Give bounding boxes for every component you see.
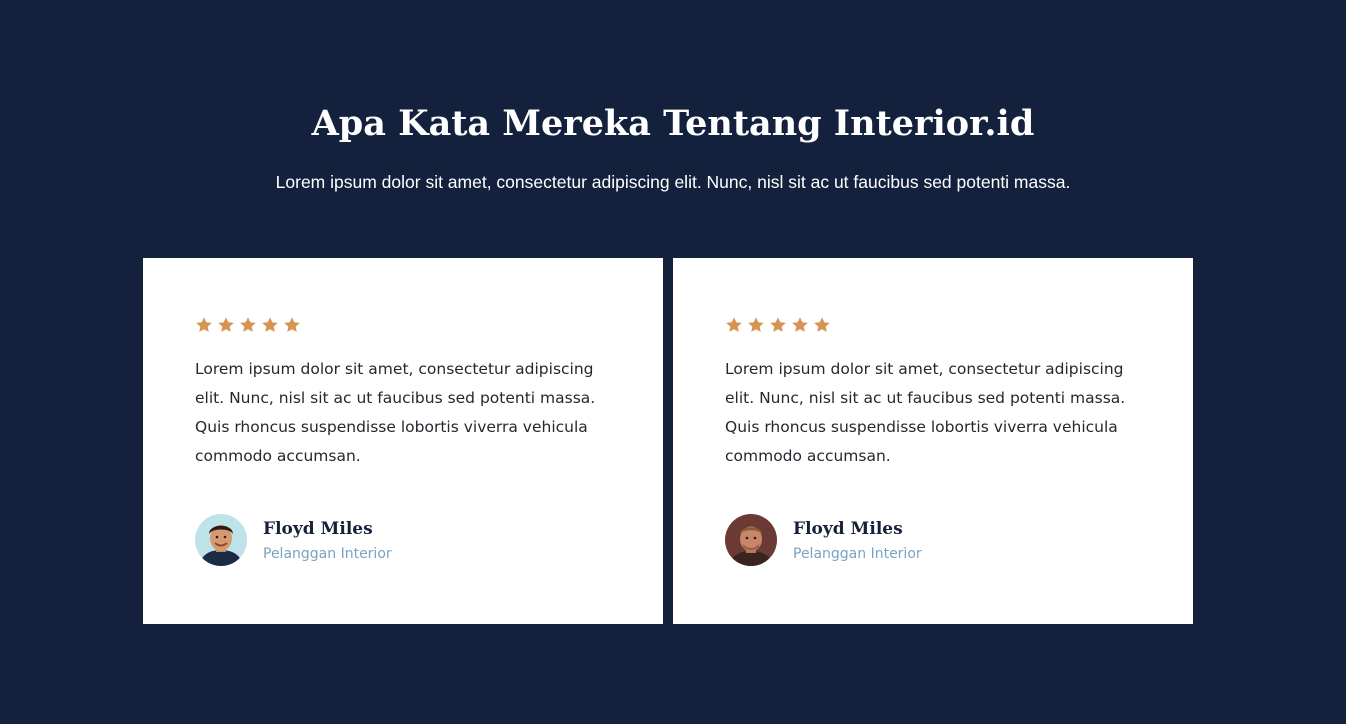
avatar [725, 514, 777, 566]
star-icon [218, 317, 234, 332]
testimonial-quote: Lorem ipsum dolor sit amet, consectetur … [195, 360, 596, 465]
author-role: Pelanggan Interior [263, 545, 392, 562]
star-icon [240, 317, 256, 332]
star-icon [262, 317, 278, 332]
testimonial-author: Floyd Miles Pelanggan Interior [195, 513, 392, 567]
testimonial-author: Floyd Miles Pelanggan Interior [725, 513, 922, 567]
person-avatar-icon [195, 514, 247, 566]
star-rating [195, 316, 301, 336]
testimonials-section: Apa Kata Mereka Tentang Interior.id Lore… [0, 0, 1346, 724]
star-rating [725, 316, 831, 336]
star-icon [792, 317, 808, 332]
section-title: Apa Kata Mereka Tentang Interior.id [311, 103, 1035, 144]
star-icon [770, 317, 786, 332]
testimonial-card: Lorem ipsum dolor sit amet, consectetur … [143, 258, 663, 624]
testimonial-card: Lorem ipsum dolor sit amet, consectetur … [673, 258, 1193, 624]
author-name: Floyd Miles [263, 518, 373, 539]
star-icon [726, 317, 742, 332]
star-icon [814, 317, 830, 332]
person-avatar-icon [725, 514, 777, 566]
star-icon [284, 317, 300, 332]
author-name: Floyd Miles [793, 518, 903, 539]
section-subtitle: Lorem ipsum dolor sit amet, consectetur … [275, 172, 1071, 192]
star-icon [748, 317, 764, 332]
testimonial-quote: Lorem ipsum dolor sit amet, consectetur … [725, 360, 1126, 465]
star-icon [196, 317, 212, 332]
author-role: Pelanggan Interior [793, 545, 922, 562]
avatar [195, 514, 247, 566]
